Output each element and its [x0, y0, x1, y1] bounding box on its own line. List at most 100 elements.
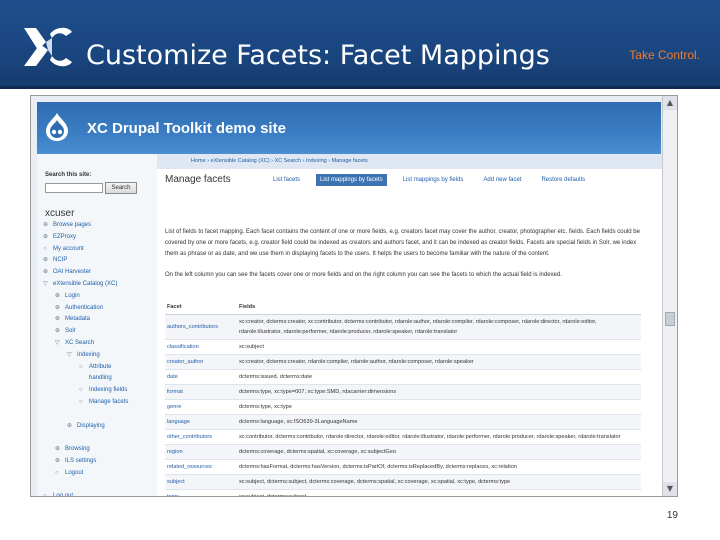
sidebar-item[interactable]: ▽ Indexing — [41, 350, 157, 362]
facet-name-link[interactable]: language — [165, 414, 237, 430]
tree-bullet-icon[interactable]: ⊕ — [67, 421, 72, 432]
facet-name-link[interactable]: topic — [165, 489, 237, 496]
facet-fields: dcterms:language, xc:ISO639-3LanguageNam… — [237, 414, 641, 430]
table-row: topic xc:subject, dcterms:subject — [165, 489, 641, 496]
sidebar-item-label: eXtensible Catalog (XC) — [53, 280, 118, 287]
search-input[interactable] — [45, 183, 103, 193]
sidebar-item[interactable]: ⊕ Solr — [41, 326, 157, 338]
tab[interactable]: List mappings by fields — [399, 174, 468, 186]
sidebar-item-label: OAI Harvester — [53, 269, 92, 276]
sidebar-item[interactable]: ⊕ Browsing — [41, 444, 157, 456]
tab[interactable]: List mappings by facets — [316, 174, 387, 186]
facet-name-link[interactable]: format — [165, 384, 237, 400]
tree-bullet-icon[interactable]: ⊕ — [55, 456, 60, 467]
sidebar-item-label: Metadata — [65, 316, 91, 323]
tree-bullet-icon[interactable]: ○ — [55, 468, 59, 479]
sidebar-item[interactable]: ⊕ Displaying — [41, 421, 157, 433]
sidebar-item[interactable]: ▽ XC Search — [41, 338, 157, 350]
tab[interactable]: Add new facet — [479, 174, 525, 186]
tree-bullet-icon[interactable]: ⊕ — [55, 444, 60, 455]
facet-name-link[interactable]: other_contributors — [165, 429, 237, 445]
sidebar-item[interactable]: ⊕ Authentication — [41, 303, 157, 315]
facet-name-link[interactable]: creator_author — [165, 354, 237, 370]
sidebar-item[interactable]: ⊕ EZProxy — [41, 232, 157, 244]
sidebar-item[interactable]: ○ My account — [41, 244, 157, 256]
tree-bullet-icon[interactable]: ○ — [79, 385, 83, 396]
sidebar-item-label: handling — [89, 375, 112, 382]
facet-name-link[interactable]: related_resources — [165, 459, 237, 475]
facet-name-link[interactable]: classification — [165, 339, 237, 355]
sidebar-item[interactable]: ○ Log out — [41, 491, 157, 496]
facet-name-link[interactable]: genre — [165, 399, 237, 415]
slide-header-divider — [0, 86, 720, 89]
site-name[interactable]: XC Drupal Toolkit demo site — [87, 120, 286, 137]
sidebar-item[interactable]: ○ Attribute — [41, 362, 157, 374]
tree-bullet-icon[interactable]: ▽ — [67, 350, 72, 361]
sidebar-item-label: Displaying — [77, 422, 105, 429]
sidebar-item[interactable]: ○ Manage facets — [41, 397, 157, 409]
header-fields: Fields — [237, 300, 641, 315]
main-content: Home › eXtensible Catalog (XC) › XC Sear… — [157, 154, 663, 496]
sidebar-item[interactable]: ⊕ NCIP — [41, 255, 157, 267]
tree-bullet-icon[interactable]: ○ — [43, 244, 47, 255]
facet-name-link[interactable]: date — [165, 369, 237, 385]
tree-bullet-icon[interactable]: ⊕ — [43, 267, 48, 278]
tree-bullet-icon[interactable]: ⊕ — [55, 291, 60, 302]
scroll-up-arrow-icon[interactable]: ▲ — [663, 96, 677, 110]
tree-bullet-icon[interactable]: ⊕ — [55, 314, 60, 325]
browser-page: XC Drupal Toolkit demo site Search this … — [31, 96, 663, 496]
facet-fields: xc:subject — [237, 339, 641, 355]
take-control-tagline: Take Control. — [629, 48, 700, 62]
sidebar-item[interactable]: ⊕ Metadata — [41, 314, 157, 326]
facet-fields: xc:creator, dcterms:creator, xc:contribu… — [237, 314, 641, 340]
scroll-thumb[interactable] — [665, 312, 675, 326]
facet-fields: xc:creator, dcterms:creator, rdarole:com… — [237, 354, 641, 370]
sidebar-item — [41, 432, 157, 444]
sidebar-item — [41, 480, 157, 492]
tree-bullet-icon[interactable]: ⊕ — [43, 255, 48, 266]
facet-name-link[interactable]: authors_contributors — [165, 314, 237, 340]
sidebar-item[interactable]: ○ Logout — [41, 468, 157, 480]
sidebar-item-label: Logout — [65, 469, 84, 476]
tree-bullet-icon[interactable]: ○ — [43, 491, 47, 496]
table-row: date dcterms:issued, dcterms:date — [165, 369, 641, 385]
vertical-scrollbar[interactable]: ▲ ▼ — [662, 96, 677, 496]
tree-bullet-icon[interactable]: ⊕ — [43, 220, 48, 231]
tree-bullet-icon[interactable]: ○ — [79, 362, 83, 373]
sidebar-item[interactable]: handling — [41, 373, 157, 385]
sidebar-item — [41, 409, 157, 421]
facet-name-link[interactable]: region — [165, 444, 237, 460]
sidebar-item[interactable]: ⊕ OAI Harvester — [41, 267, 157, 279]
table-row: subject xc:subject, dcterms:subject, dcte… — [165, 474, 641, 490]
scroll-down-arrow-icon[interactable]: ▼ — [663, 482, 677, 496]
description-paragraph: List of fields to facet mapping. Each fa… — [165, 229, 640, 257]
table-row: language dcterms:language, xc:ISO639-3Lan… — [165, 414, 641, 430]
tree-bullet-icon[interactable]: ○ — [79, 397, 83, 408]
page-title: Manage facets — [165, 174, 231, 185]
breadcrumb[interactable]: Home › eXtensible Catalog (XC) › XC Sear… — [157, 154, 663, 169]
table-row: creator_author xc:creator, dcterms:creato… — [165, 354, 641, 370]
tree-bullet-icon[interactable]: ⊕ — [55, 326, 60, 337]
facet-name-link[interactable]: subject — [165, 474, 237, 490]
search-title: Search this site: — [45, 172, 92, 178]
sidebar-item[interactable]: ▽ eXtensible Catalog (XC) — [41, 279, 157, 291]
facet-mapping-table: Facet Fields authors_contributors xc:crea… — [165, 300, 641, 496]
tree-bullet-icon[interactable]: ⊕ — [55, 303, 60, 314]
sidebar-nav: ⊕ Browse pages ⊕ EZProxy ○ My account ⊕ NCIP ⊕ OA… — [41, 220, 157, 496]
table-row: genre dcterms:type, xc:type — [165, 399, 641, 415]
tab[interactable]: List facets — [269, 174, 304, 186]
facet-fields: dcterms:coverage, dcterms:spatial, xc:co… — [237, 444, 641, 460]
tree-bullet-icon[interactable]: ▽ — [43, 279, 48, 290]
tree-bullet-icon[interactable]: ▽ — [55, 338, 60, 349]
sidebar-item[interactable]: ⊕ Login — [41, 291, 157, 303]
sidebar-item-label: NCIP — [53, 257, 68, 264]
facet-fields: xc:subject, dcterms:subject — [237, 489, 641, 496]
tree-bullet-icon[interactable]: ⊕ — [43, 232, 48, 243]
sidebar-item[interactable]: ○ Indexing fields — [41, 385, 157, 397]
sidebar-item[interactable]: ⊕ Browse pages — [41, 220, 157, 232]
sidebar-item-label: Indexing fields — [89, 387, 128, 394]
facet-fields: xc:subject, dcterms:subject, dcterms:cov… — [237, 474, 641, 490]
sidebar-item[interactable]: ⊕ ILS settings — [41, 456, 157, 468]
tab[interactable]: Restore defaults — [537, 174, 589, 186]
search-button[interactable]: Search — [105, 182, 137, 194]
